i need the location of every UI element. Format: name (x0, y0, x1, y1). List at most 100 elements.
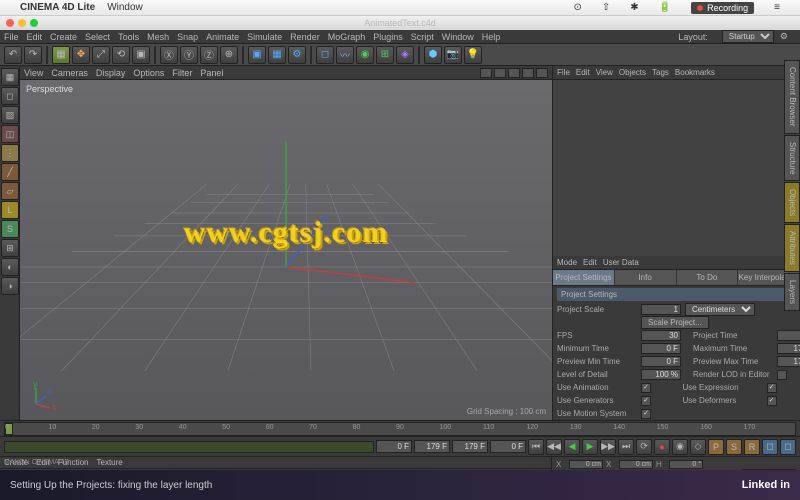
menu-tools[interactable]: Tools (118, 32, 139, 42)
side-tab-attributes[interactable]: Attributes (784, 224, 800, 272)
environment[interactable]: ⬢ (424, 46, 442, 64)
autokey-button[interactable]: ◉ (672, 439, 688, 455)
array-tool[interactable]: ⊞ (376, 46, 394, 64)
camera-tool[interactable]: 📷 (444, 46, 462, 64)
am-mode[interactable]: Mode (557, 258, 577, 267)
am-edit[interactable]: Edit (583, 258, 597, 267)
vp-menu-filter[interactable]: Filter (172, 68, 192, 78)
workplane-tool[interactable]: ⊞ (1, 239, 19, 257)
mat-texture[interactable]: Texture (97, 458, 123, 467)
frame-max-input[interactable] (452, 440, 488, 453)
axis-mode[interactable]: L (1, 201, 19, 219)
make-editable[interactable]: ▦ (1, 68, 19, 86)
key-pos[interactable]: P (708, 439, 724, 455)
polygon-mode[interactable]: ▱ (1, 182, 19, 200)
menu-mograph[interactable]: MoGraph (328, 32, 366, 42)
use-motion-check[interactable]: ✓ (641, 409, 651, 419)
coord-system[interactable]: ⊕ (220, 46, 238, 64)
side-tab-content[interactable]: Content Browser (784, 60, 800, 134)
vp-menu-options[interactable]: Options (133, 68, 164, 78)
render-region[interactable]: ▦ (268, 46, 286, 64)
menu-file[interactable]: File (4, 32, 19, 42)
menu-animate[interactable]: Animate (206, 32, 239, 42)
tab-project-settings[interactable]: Project Settings (553, 270, 615, 285)
tab-todo[interactable]: To Do (677, 270, 739, 285)
spline-tool[interactable]: 〰 (336, 46, 354, 64)
render-lod-check[interactable] (777, 370, 787, 380)
cube-primitive[interactable]: ◻ (316, 46, 334, 64)
redo-button[interactable]: ↷ (24, 46, 42, 64)
menu-mesh[interactable]: Mesh (147, 32, 169, 42)
next-key-button[interactable]: ▶▶ (600, 439, 616, 455)
frame-current-input[interactable] (490, 440, 526, 453)
proj-time-input[interactable]: 0 F (777, 330, 800, 341)
menu-simulate[interactable]: Simulate (247, 32, 282, 42)
om-tags[interactable]: Tags (652, 68, 669, 77)
menu-select[interactable]: Select (85, 32, 110, 42)
nurbs-tool[interactable]: ◉ (356, 46, 374, 64)
viewport-3d[interactable]: Perspective (20, 80, 552, 420)
menu-help[interactable]: Help (482, 32, 501, 42)
menu-plugins[interactable]: Plugins (373, 32, 403, 42)
zoom-button[interactable] (30, 19, 38, 27)
deformer-tool[interactable]: ◈ (396, 46, 414, 64)
light-tool[interactable]: 💡 (464, 46, 482, 64)
lod-input[interactable]: 100 % (641, 369, 681, 380)
menu-create[interactable]: Create (50, 32, 77, 42)
vp-menu-panel[interactable]: Panel (200, 68, 223, 78)
om-edit[interactable]: Edit (576, 68, 590, 77)
render-settings[interactable]: ⚙ (288, 46, 306, 64)
key-param[interactable]: ◻ (762, 439, 778, 455)
workplane[interactable]: ◫ (1, 125, 19, 143)
layout-select[interactable]: Startup (722, 30, 774, 43)
close-button[interactable] (6, 19, 14, 27)
vp-menu-display[interactable]: Display (96, 68, 126, 78)
loop-button[interactable]: ⟳ (636, 439, 652, 455)
use-def-check[interactable]: ✓ (767, 396, 777, 406)
x-axis-lock[interactable]: Ⓧ (160, 46, 178, 64)
prev-min-input[interactable]: 0 F (641, 356, 681, 367)
om-file[interactable]: File (557, 68, 570, 77)
prev-key-button[interactable]: ◀◀ (546, 439, 562, 455)
vp-menu-cameras[interactable]: Cameras (51, 68, 88, 78)
tab-info[interactable]: Info (615, 270, 677, 285)
tool-2[interactable]: ◑ (1, 277, 19, 295)
goto-start-button[interactable]: ⏮ (528, 439, 544, 455)
keyframe-sel[interactable]: ◇ (690, 439, 706, 455)
scale-project-button[interactable]: Scale Project... (641, 316, 709, 329)
z-axis-lock[interactable]: Ⓩ (200, 46, 218, 64)
rotate-tool[interactable]: ⟲ (112, 46, 130, 64)
menu-edit[interactable]: Edit (27, 32, 43, 42)
vp-nav-4[interactable] (522, 68, 534, 78)
use-gen-check[interactable]: ✓ (641, 396, 651, 406)
record-button[interactable]: ● (654, 439, 670, 455)
menu-window[interactable]: Window (442, 32, 474, 42)
render-view[interactable]: ▣ (248, 46, 266, 64)
om-view[interactable]: View (596, 68, 613, 77)
max-time-input[interactable]: 179 F (777, 343, 800, 354)
rot-h[interactable]: 0 ° (669, 460, 703, 469)
texture-mode[interactable]: ▧ (1, 106, 19, 124)
side-tab-objects[interactable]: Objects (784, 182, 800, 223)
project-scale-input[interactable]: 1 (641, 304, 681, 315)
undo-button[interactable]: ↶ (4, 46, 22, 64)
coord-x[interactable]: 0 cm (569, 460, 603, 469)
tool-1[interactable]: ◐ (1, 258, 19, 276)
size-x[interactable]: 0 cm (619, 460, 653, 469)
side-tab-layers[interactable]: Layers (784, 273, 800, 311)
fps-input[interactable]: 30 (641, 330, 681, 341)
menu-render[interactable]: Render (290, 32, 320, 42)
mac-menu-window[interactable]: Window (107, 2, 143, 13)
key-rot[interactable]: R (744, 439, 760, 455)
model-mode[interactable]: ◻ (1, 87, 19, 105)
min-time-input[interactable]: 0 F (641, 343, 681, 354)
side-tab-structure[interactable]: Structure (784, 135, 800, 181)
frame-end-input[interactable] (414, 440, 450, 453)
recent-tool[interactable]: ▣ (132, 46, 150, 64)
vp-nav-3[interactable] (508, 68, 520, 78)
point-mode[interactable]: ⋮ (1, 144, 19, 162)
key-scale[interactable]: S (726, 439, 742, 455)
frame-start-input[interactable] (376, 440, 412, 453)
object-tree[interactable] (553, 80, 800, 256)
scale-tool[interactable]: ⤢ (92, 46, 110, 64)
